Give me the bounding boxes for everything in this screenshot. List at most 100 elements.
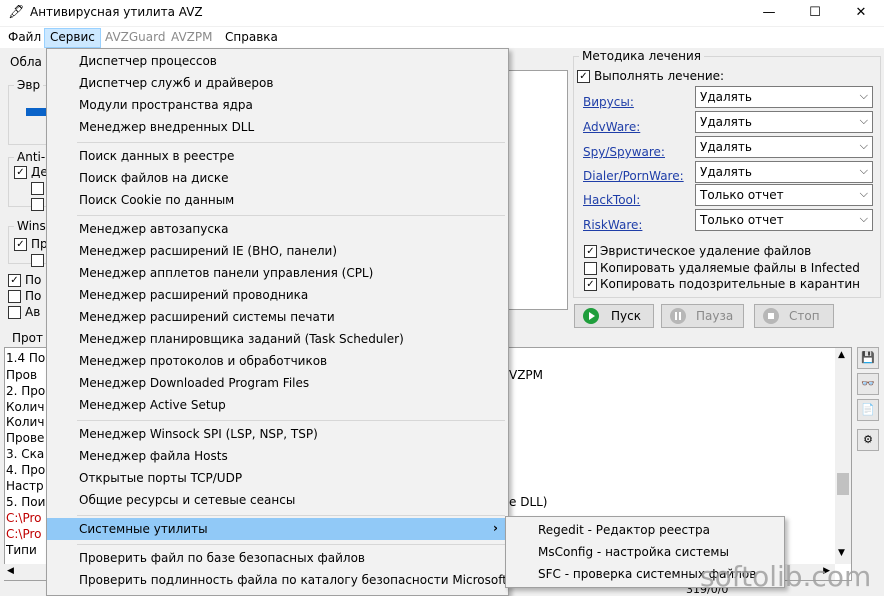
heuristic-group-label: Эвр (14, 78, 44, 92)
menu-item-file-search[interactable]: Поиск файлов на диске (47, 167, 508, 189)
scroll-down-icon[interactable]: ▼ (838, 548, 845, 558)
chevron-down-icon: ⌵ (859, 164, 868, 177)
menu-item-label: Открытые порты TCP/UDP (79, 471, 243, 485)
menu-item-label: Модули пространства ядра (79, 98, 253, 112)
hacktool-link[interactable]: HackTool: (583, 193, 640, 207)
menu-item-label: Поиск данных в реестре (79, 149, 235, 163)
menu-item-label: Проверить файл по базе безопасных файлов (79, 551, 365, 565)
tab-area[interactable]: Обла (10, 55, 42, 69)
menu-item-downloaded-files[interactable]: Менеджер Downloaded Program Files (47, 372, 508, 394)
option-checkbox-1-label: По (25, 273, 42, 287)
heuristic-delete-checkbox[interactable]: ✓ (584, 245, 597, 258)
spyware-action-select[interactable]: Удалять ⌵ (695, 136, 873, 158)
menu-item-autorun[interactable]: Менеджер автозапуска (47, 218, 508, 240)
menu-service[interactable]: Сервис (44, 28, 101, 48)
anti-sub-checkbox-1[interactable] (31, 182, 44, 195)
menu-item-dll-manager[interactable]: Менеджер внедренных DLL (47, 116, 508, 138)
maximize-button[interactable]: ☐ (792, 0, 838, 26)
scroll-up-icon[interactable]: ▲ (838, 350, 845, 360)
menu-item-label: Проверить подлинность файла по каталогу … (79, 573, 507, 587)
dialer-action-select[interactable]: Удалять ⌵ (695, 161, 873, 183)
scroll-thumb[interactable] (837, 473, 849, 495)
menu-item-cookie-search[interactable]: Поиск Cookie по данным (47, 189, 508, 211)
option-checkbox-2[interactable] (8, 290, 21, 303)
settings-icon[interactable]: ⚙ (857, 429, 879, 451)
option-checkbox-1[interactable]: ✓ (8, 274, 21, 287)
copy-deleted-checkbox[interactable] (584, 262, 597, 275)
menu-item-check-safe-db[interactable]: Проверить файл по базе безопасных файлов (47, 547, 508, 569)
log-line: Настр (6, 479, 44, 493)
minimize-button[interactable]: — (746, 0, 792, 26)
menu-item-shared-resources[interactable]: Общие ресурсы и сетевые сеансы (47, 489, 508, 511)
menu-item-explorer-extensions[interactable]: Менеджер расширений проводника (47, 284, 508, 306)
perform-treatment-checkbox[interactable]: ✓ (577, 70, 590, 83)
riskware-action-select[interactable]: Только отчет ⌵ (695, 209, 873, 231)
menu-item-ie-extensions[interactable]: Менеджер расширений IE (BHO, панели) (47, 240, 508, 262)
menu-item-label: Диспетчер процессов (79, 54, 217, 68)
heuristic-level-slider[interactable] (26, 108, 46, 116)
menu-item-hosts[interactable]: Менеджер файла Hosts (47, 445, 508, 467)
menu-item-label: Менеджер расширений проводника (79, 288, 309, 302)
menu-item-task-scheduler[interactable]: Менеджер планировщика заданий (Task Sche… (47, 328, 508, 350)
menu-item-kernel-modules[interactable]: Модули пространства ядра (47, 94, 508, 116)
menu-item-label: Поиск файлов на диске (79, 171, 229, 185)
menu-help[interactable]: Справка (220, 30, 283, 48)
menu-item-label: Менеджер расширений IE (BHO, панели) (79, 244, 338, 258)
perform-treatment-label: Выполнять лечение: (594, 69, 725, 83)
wins-sub-checkbox[interactable] (31, 254, 44, 267)
menu-item-open-ports[interactable]: Открытые порты TCP/UDP (47, 467, 508, 489)
scroll-left-icon[interactable]: ◀ (7, 566, 14, 576)
log-line: C:\Pro (6, 527, 42, 541)
stop-icon (763, 308, 779, 324)
menu-separator (77, 420, 505, 421)
menu-avzguard[interactable]: AVZGuard (100, 30, 170, 48)
copy-suspicious-checkbox[interactable]: ✓ (584, 278, 597, 291)
pause-icon (670, 308, 686, 324)
menu-file[interactable]: Файл (3, 30, 46, 48)
log-scrollbar[interactable]: ▲ ▼ (835, 348, 851, 564)
viruses-link[interactable]: Вирусы: (583, 95, 634, 109)
document-icon[interactable]: 📄 (857, 399, 879, 421)
riskware-link[interactable]: RiskWare: (583, 218, 642, 232)
menu-item-registry-search[interactable]: Поиск данных в реестре (47, 145, 508, 167)
save-log-icon[interactable]: 💾 (857, 347, 879, 369)
chevron-down-icon: ⌵ (859, 139, 868, 152)
dialer-link[interactable]: Dialer/PornWare: (583, 169, 684, 183)
play-icon (583, 308, 599, 324)
menu-item-label: Менеджер автозапуска (79, 222, 229, 236)
advware-link[interactable]: AdvWare: (583, 120, 640, 134)
menu-bar: Файл Сервис AVZGuard AVZPM Справка (0, 27, 884, 48)
menu-item-services-drivers[interactable]: Диспетчер служб и драйверов (47, 72, 508, 94)
menu-item-protocols[interactable]: Менеджер протоколов и обработчиков (47, 350, 508, 372)
menu-item-label: Поиск Cookie по данным (79, 193, 235, 207)
viruses-action-select[interactable]: Удалять ⌵ (695, 86, 873, 108)
pause-button[interactable]: Пауза (661, 304, 744, 328)
submenu-item-msconfig[interactable]: MsConfig - настройка системы (506, 540, 784, 562)
log-line: 2. Про (6, 384, 46, 398)
advware-action-select[interactable]: Удалять ⌵ (695, 111, 873, 133)
menu-item-check-signature[interactable]: Проверить подлинность файла по каталогу … (47, 569, 508, 591)
hacktool-action-select[interactable]: Только отчет ⌵ (695, 184, 873, 206)
anti-checkbox[interactable]: ✓ (14, 166, 27, 179)
wins-checkbox[interactable]: ✓ (14, 238, 27, 251)
menu-item-system-utilities[interactable]: Системные утилиты › (47, 518, 508, 540)
menu-item-active-setup[interactable]: Менеджер Active Setup (47, 394, 508, 416)
menu-avzpm[interactable]: AVZPM (166, 30, 217, 48)
start-button-label: Пуск (611, 309, 641, 323)
anti-sub-checkbox-2[interactable] (31, 198, 44, 211)
option-checkbox-3[interactable] (8, 306, 21, 319)
menu-separator (77, 142, 505, 143)
menu-item-label: Системные утилиты (79, 522, 208, 536)
stop-button[interactable]: Стоп (754, 304, 834, 328)
menu-item-cpl-applets[interactable]: Менеджер апплетов панели управления (CPL… (47, 262, 508, 284)
menu-item-winsock-spi[interactable]: Менеджер Winsock SPI (LSP, NSP, TSP) (47, 423, 508, 445)
glasses-icon[interactable]: 👓 (857, 373, 879, 395)
menu-item-print-extensions[interactable]: Менеджер расширений системы печати (47, 306, 508, 328)
spyware-link[interactable]: Spy/Spyware: (583, 145, 665, 159)
chevron-down-icon: ⌵ (859, 89, 868, 102)
submenu-item-regedit[interactable]: Regedit - Редактор реестра (506, 518, 784, 540)
menu-item-process-manager[interactable]: Диспетчер процессов (47, 50, 508, 72)
path-list[interactable] (508, 70, 568, 310)
start-button[interactable]: Пуск (574, 304, 654, 328)
close-button[interactable]: ✕ (838, 0, 884, 26)
